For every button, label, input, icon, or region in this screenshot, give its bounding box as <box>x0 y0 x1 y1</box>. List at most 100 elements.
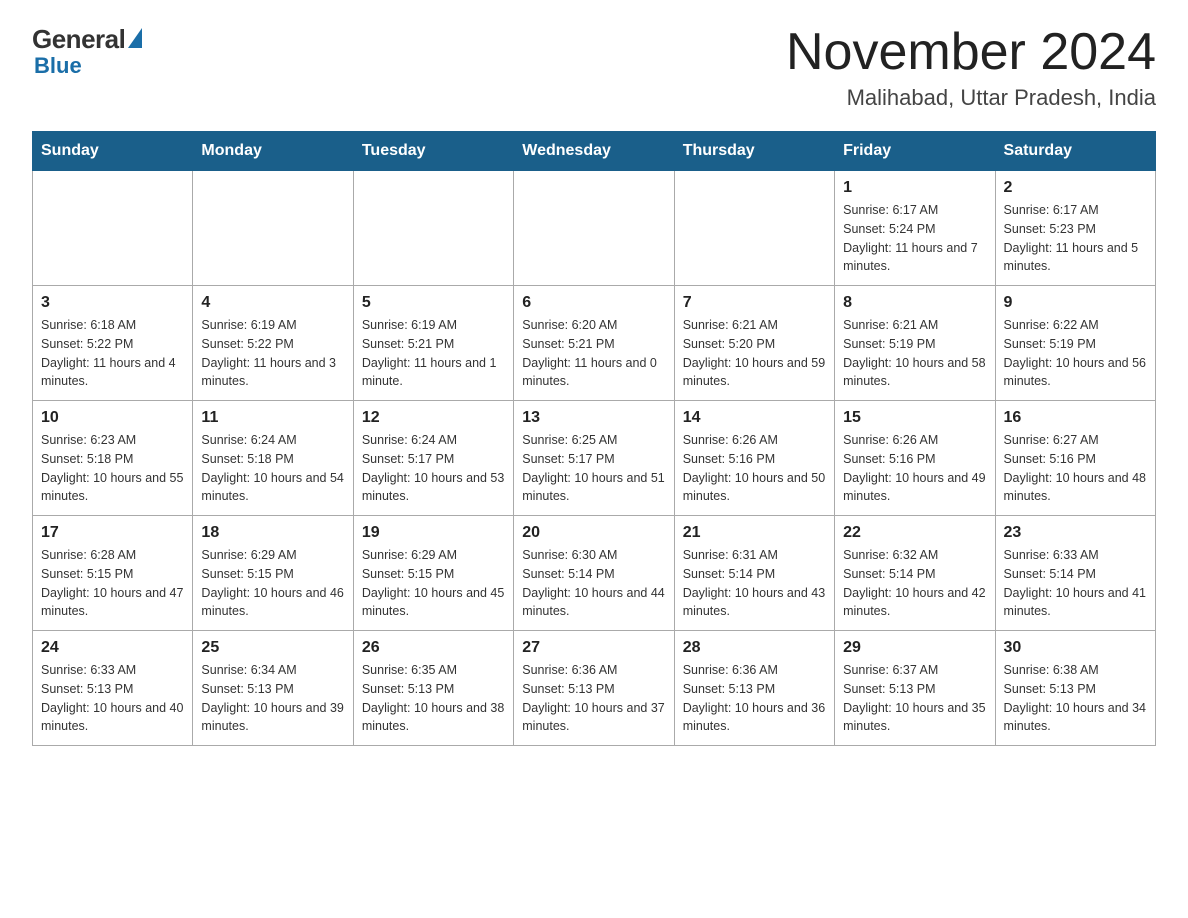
calendar-cell: 12Sunrise: 6:24 AMSunset: 5:17 PMDayligh… <box>353 401 513 516</box>
calendar-cell: 29 Sunrise: 6:37 AMSunset: 5:13 PMDayligh… <box>835 631 995 746</box>
calendar-cell: 21 Sunrise: 6:31 AMSunset: 5:14 PMDayligh… <box>674 516 834 631</box>
day-number: 13 <box>522 409 665 427</box>
calendar-cell <box>33 171 193 286</box>
calendar-cell: 2 Sunrise: 6:17 AMSunset: 5:23 PMDaylight… <box>995 171 1155 286</box>
day-number: 28 <box>683 639 826 657</box>
day-info: Sunrise: 6:36 AMSunset: 5:13 PMDaylight:… <box>522 661 665 736</box>
calendar-cell: 14 Sunrise: 6:26 AMSunset: 5:16 PMDayligh… <box>674 401 834 516</box>
logo-blue-text: Blue <box>32 53 82 79</box>
calendar-cell: 5Sunrise: 6:19 AMSunset: 5:21 PMDaylight… <box>353 286 513 401</box>
day-info: Sunrise: 6:17 AMSunset: 5:23 PMDaylight:… <box>1004 201 1147 276</box>
day-number: 17 <box>41 524 184 542</box>
day-info: Sunrise: 6:18 AMSunset: 5:22 PMDaylight:… <box>41 316 184 391</box>
calendar-cell: 13 Sunrise: 6:25 AMSunset: 5:17 PMDayligh… <box>514 401 674 516</box>
day-number: 11 <box>201 409 344 427</box>
day-info: Sunrise: 6:21 AMSunset: 5:20 PMDaylight:… <box>683 316 826 391</box>
day-number: 2 <box>1004 179 1147 197</box>
logo: General Blue <box>32 24 142 79</box>
month-title: November 2024 <box>786 24 1156 81</box>
calendar-cell: 28 Sunrise: 6:36 AMSunset: 5:13 PMDayligh… <box>674 631 834 746</box>
day-info: Sunrise: 6:28 AMSunset: 5:15 PMDaylight:… <box>41 546 184 621</box>
calendar-cell: 9 Sunrise: 6:22 AMSunset: 5:19 PMDaylight… <box>995 286 1155 401</box>
day-info: Sunrise: 6:29 AMSunset: 5:15 PMDaylight:… <box>201 546 344 621</box>
calendar-cell: 7 Sunrise: 6:21 AMSunset: 5:20 PMDaylight… <box>674 286 834 401</box>
calendar-cell: 4 Sunrise: 6:19 AMSunset: 5:22 PMDaylight… <box>193 286 353 401</box>
calendar-cell: 30Sunrise: 6:38 AMSunset: 5:13 PMDayligh… <box>995 631 1155 746</box>
calendar-cell: 18Sunrise: 6:29 AMSunset: 5:15 PMDayligh… <box>193 516 353 631</box>
day-info: Sunrise: 6:19 AMSunset: 5:22 PMDaylight:… <box>201 316 344 391</box>
location-title: Malihabad, Uttar Pradesh, India <box>786 85 1156 111</box>
calendar-cell: 3 Sunrise: 6:18 AMSunset: 5:22 PMDaylight… <box>33 286 193 401</box>
calendar-cell <box>353 171 513 286</box>
day-number: 29 <box>843 639 986 657</box>
day-info: Sunrise: 6:25 AMSunset: 5:17 PMDaylight:… <box>522 431 665 506</box>
calendar-cell: 10 Sunrise: 6:23 AMSunset: 5:18 PMDayligh… <box>33 401 193 516</box>
day-info: Sunrise: 6:20 AMSunset: 5:21 PMDaylight:… <box>522 316 665 391</box>
calendar-day-header: Tuesday <box>353 132 513 171</box>
day-number: 8 <box>843 294 986 312</box>
day-info: Sunrise: 6:22 AMSunset: 5:19 PMDaylight:… <box>1004 316 1147 391</box>
calendar-week-row: 1Sunrise: 6:17 AMSunset: 5:24 PMDaylight… <box>33 171 1156 286</box>
day-info: Sunrise: 6:37 AMSunset: 5:13 PMDaylight:… <box>843 661 986 736</box>
calendar-cell: 6 Sunrise: 6:20 AMSunset: 5:21 PMDaylight… <box>514 286 674 401</box>
calendar-day-header: Wednesday <box>514 132 674 171</box>
calendar-day-header: Sunday <box>33 132 193 171</box>
calendar-header-row: SundayMondayTuesdayWednesdayThursdayFrid… <box>33 132 1156 171</box>
day-number: 26 <box>362 639 505 657</box>
day-number: 7 <box>683 294 826 312</box>
calendar-cell: 1Sunrise: 6:17 AMSunset: 5:24 PMDaylight… <box>835 171 995 286</box>
day-number: 19 <box>362 524 505 542</box>
calendar-day-header: Saturday <box>995 132 1155 171</box>
day-number: 22 <box>843 524 986 542</box>
day-number: 14 <box>683 409 826 427</box>
page-header: General Blue November 2024 Malihabad, Ut… <box>32 24 1156 111</box>
day-number: 21 <box>683 524 826 542</box>
day-number: 10 <box>41 409 184 427</box>
calendar-cell: 8 Sunrise: 6:21 AMSunset: 5:19 PMDaylight… <box>835 286 995 401</box>
day-number: 3 <box>41 294 184 312</box>
calendar-cell: 20Sunrise: 6:30 AMSunset: 5:14 PMDayligh… <box>514 516 674 631</box>
calendar-table: SundayMondayTuesdayWednesdayThursdayFrid… <box>32 131 1156 746</box>
day-info: Sunrise: 6:36 AMSunset: 5:13 PMDaylight:… <box>683 661 826 736</box>
day-info: Sunrise: 6:35 AMSunset: 5:13 PMDaylight:… <box>362 661 505 736</box>
day-number: 4 <box>201 294 344 312</box>
day-number: 9 <box>1004 294 1147 312</box>
day-info: Sunrise: 6:34 AMSunset: 5:13 PMDaylight:… <box>201 661 344 736</box>
calendar-day-header: Friday <box>835 132 995 171</box>
calendar-cell: 24 Sunrise: 6:33 AMSunset: 5:13 PMDayligh… <box>33 631 193 746</box>
title-block: November 2024 Malihabad, Uttar Pradesh, … <box>786 24 1156 111</box>
calendar-week-row: 10 Sunrise: 6:23 AMSunset: 5:18 PMDayligh… <box>33 401 1156 516</box>
day-info: Sunrise: 6:33 AMSunset: 5:13 PMDaylight:… <box>41 661 184 736</box>
day-number: 20 <box>522 524 665 542</box>
calendar-cell <box>674 171 834 286</box>
day-number: 15 <box>843 409 986 427</box>
logo-triangle-icon <box>128 28 142 48</box>
calendar-cell: 16Sunrise: 6:27 AMSunset: 5:16 PMDayligh… <box>995 401 1155 516</box>
day-info: Sunrise: 6:21 AMSunset: 5:19 PMDaylight:… <box>843 316 986 391</box>
logo-general-text: General <box>32 24 125 55</box>
calendar-cell: 19Sunrise: 6:29 AMSunset: 5:15 PMDayligh… <box>353 516 513 631</box>
day-info: Sunrise: 6:31 AMSunset: 5:14 PMDaylight:… <box>683 546 826 621</box>
calendar-cell: 15 Sunrise: 6:26 AMSunset: 5:16 PMDayligh… <box>835 401 995 516</box>
day-number: 23 <box>1004 524 1147 542</box>
calendar-week-row: 3 Sunrise: 6:18 AMSunset: 5:22 PMDaylight… <box>33 286 1156 401</box>
calendar-week-row: 24 Sunrise: 6:33 AMSunset: 5:13 PMDayligh… <box>33 631 1156 746</box>
calendar-week-row: 17 Sunrise: 6:28 AMSunset: 5:15 PMDayligh… <box>33 516 1156 631</box>
calendar-cell: 26 Sunrise: 6:35 AMSunset: 5:13 PMDayligh… <box>353 631 513 746</box>
day-info: Sunrise: 6:23 AMSunset: 5:18 PMDaylight:… <box>41 431 184 506</box>
day-number: 30 <box>1004 639 1147 657</box>
day-number: 25 <box>201 639 344 657</box>
calendar-cell: 25 Sunrise: 6:34 AMSunset: 5:13 PMDayligh… <box>193 631 353 746</box>
day-info: Sunrise: 6:33 AMSunset: 5:14 PMDaylight:… <box>1004 546 1147 621</box>
calendar-cell: 27Sunrise: 6:36 AMSunset: 5:13 PMDayligh… <box>514 631 674 746</box>
day-info: Sunrise: 6:24 AMSunset: 5:18 PMDaylight:… <box>201 431 344 506</box>
day-number: 24 <box>41 639 184 657</box>
day-number: 6 <box>522 294 665 312</box>
day-info: Sunrise: 6:32 AMSunset: 5:14 PMDaylight:… <box>843 546 986 621</box>
day-info: Sunrise: 6:26 AMSunset: 5:16 PMDaylight:… <box>843 431 986 506</box>
day-info: Sunrise: 6:19 AMSunset: 5:21 PMDaylight:… <box>362 316 505 391</box>
calendar-day-header: Thursday <box>674 132 834 171</box>
day-info: Sunrise: 6:26 AMSunset: 5:16 PMDaylight:… <box>683 431 826 506</box>
calendar-cell: 22 Sunrise: 6:32 AMSunset: 5:14 PMDayligh… <box>835 516 995 631</box>
calendar-cell: 17 Sunrise: 6:28 AMSunset: 5:15 PMDayligh… <box>33 516 193 631</box>
